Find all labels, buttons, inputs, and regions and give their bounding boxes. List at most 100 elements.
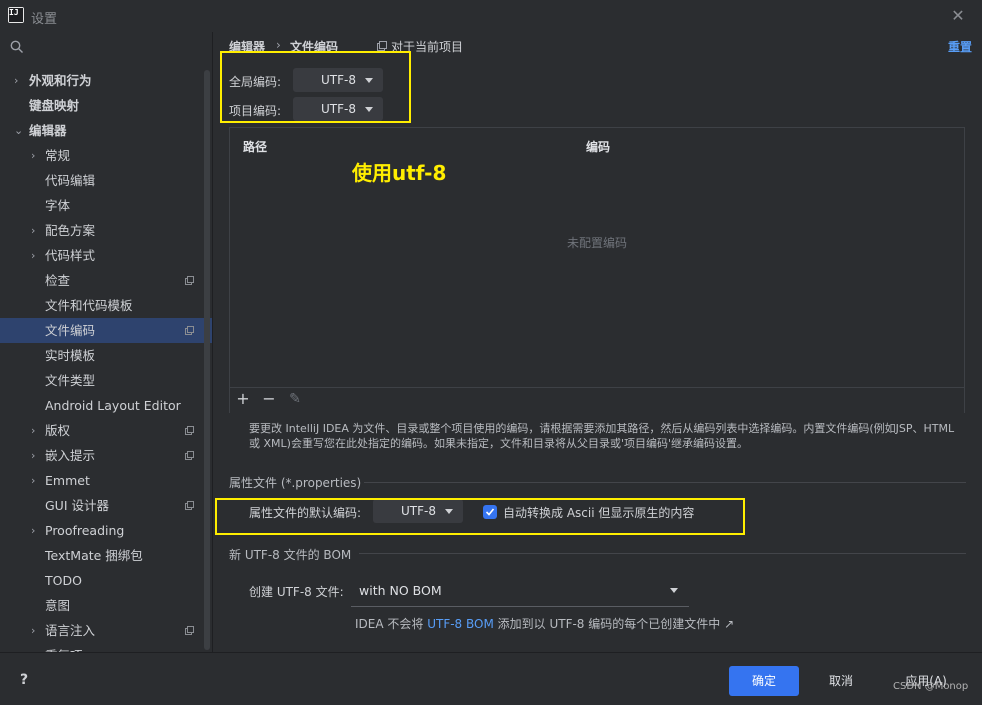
project-scope-icon — [185, 326, 194, 335]
project-scope-icon — [185, 501, 194, 510]
sidebar-item[interactable]: › 版权 — [0, 418, 212, 443]
table-toolbar — [230, 387, 964, 413]
chevron-right-icon[interactable]: › — [14, 68, 18, 93]
section-divider — [359, 553, 966, 554]
sidebar-scrollbar[interactable] — [204, 70, 210, 650]
add-icon[interactable]: + — [235, 389, 251, 409]
sidebar-item[interactable]: TODO — [0, 568, 212, 593]
column-header-path[interactable]: 路径 — [243, 138, 267, 155]
edit-icon[interactable]: ✎ — [287, 389, 303, 409]
sidebar-item-label: 编辑器 — [29, 123, 67, 138]
watermark: CSDN @Monop — [893, 681, 969, 692]
sidebar-item[interactable]: 文件类型 — [0, 368, 212, 393]
window-title: 设置 — [31, 12, 58, 27]
sidebar-item-label: 检查 — [45, 273, 71, 288]
highlight-box-properties — [215, 498, 745, 535]
sidebar-item[interactable]: › 嵌入提示 — [0, 443, 212, 468]
sidebar-item-label: 意图 — [45, 598, 71, 613]
sidebar-item-label: 代码编辑 — [45, 173, 96, 188]
breadcrumb-separator: › — [276, 38, 281, 52]
sidebar-item-label: 配色方案 — [45, 223, 96, 238]
table-empty-text: 未配置编码 — [567, 236, 628, 250]
sidebar-item-label: 文件编码 — [45, 323, 96, 338]
title-bar — [0, 0, 982, 32]
chevron-down-icon — [670, 588, 678, 593]
chevron-right-icon[interactable]: › — [31, 518, 35, 543]
sidebar-item-label: TODO — [45, 573, 82, 588]
sidebar-item-label: 实时模板 — [45, 348, 96, 363]
sidebar-item[interactable]: › 常规 — [0, 143, 212, 168]
sidebar-item[interactable]: › 代码样式 — [0, 243, 212, 268]
help-button[interactable]: ? — [20, 672, 28, 688]
bom-note-suffix: 添加到以 UTF-8 编码的每个已创建文件中 ↗ — [493, 617, 735, 631]
sidebar-item[interactable]: 检查 — [0, 268, 212, 293]
sidebar-item[interactable]: TextMate 捆绑包 — [0, 543, 212, 568]
sidebar-item[interactable]: 字体 — [0, 193, 212, 218]
sidebar-item[interactable]: 文件和代码模板 — [0, 293, 212, 318]
chevron-right-icon[interactable]: › — [31, 443, 35, 468]
sidebar-item[interactable]: › 外观和行为 — [0, 68, 212, 93]
search-icon[interactable] — [10, 40, 24, 54]
app-icon: IJ — [8, 7, 24, 23]
annotation-text: 使用utf-8 — [352, 161, 447, 185]
sidebar-item-label: 字体 — [45, 198, 71, 213]
chevron-down-icon[interactable]: ⌄ — [14, 118, 23, 143]
bom-section-title: 新 UTF-8 文件的 BOM — [229, 548, 352, 562]
bom-note-prefix: IDEA 不会将 — [355, 617, 428, 631]
sidebar-item[interactable]: › Proofreading — [0, 518, 212, 543]
highlight-box-encodings — [220, 51, 411, 123]
bom-link[interactable]: UTF-8 BOM — [427, 617, 494, 631]
properties-section-title: 属性文件 (*.properties) — [229, 476, 362, 490]
project-scope-icon — [185, 451, 194, 460]
app-icon-text: IJ — [9, 8, 23, 22]
sidebar-item[interactable]: Android Layout Editor — [0, 393, 212, 418]
sidebar-item[interactable]: 键盘映射 — [0, 93, 212, 118]
chevron-right-icon[interactable]: › — [31, 243, 35, 268]
column-header-encoding[interactable]: 编码 — [586, 138, 610, 155]
sidebar-item-label: 常规 — [45, 148, 71, 163]
bom-combo-value: with NO BOM — [359, 583, 442, 598]
sidebar-item-label: TextMate 捆绑包 — [45, 548, 143, 563]
project-scope-icon — [185, 276, 194, 285]
chevron-right-icon[interactable]: › — [31, 618, 35, 643]
chevron-right-icon[interactable]: › — [31, 143, 35, 168]
sidebar-item-label: 嵌入提示 — [45, 448, 96, 463]
close-icon[interactable]: ✕ — [948, 6, 968, 26]
sidebar-item[interactable]: GUI 设计器 — [0, 493, 212, 518]
sidebar-item-label: 代码样式 — [45, 248, 96, 263]
project-scope-icon — [185, 426, 194, 435]
ok-button[interactable]: 确定 — [729, 666, 799, 696]
sidebar-item-label: 键盘映射 — [29, 98, 80, 113]
chevron-right-icon[interactable]: › — [31, 468, 35, 493]
cancel-button[interactable]: 取消 — [811, 666, 871, 696]
project-scope-icon — [377, 41, 387, 51]
sidebar-item-label: 文件和代码模板 — [45, 298, 133, 313]
sidebar-item[interactable]: 意图 — [0, 593, 212, 618]
section-divider — [364, 482, 966, 483]
sidebar-item-label: 语言注入 — [45, 623, 96, 638]
remove-icon[interactable]: − — [261, 389, 277, 409]
sidebar-item[interactable]: › 语言注入 — [0, 618, 212, 643]
project-scope-icon — [185, 626, 194, 635]
help-description: 要更改 IntelliJ IDEA 为文件、目录或整个项目使用的编码，请根据需要… — [249, 422, 955, 450]
sidebar-item-label: Proofreading — [45, 523, 125, 538]
sidebar-item[interactable]: 实时模板 — [0, 343, 212, 368]
sidebar-item-label: Android Layout Editor — [45, 398, 181, 413]
chevron-right-icon[interactable]: › — [31, 418, 35, 443]
sidebar-item[interactable]: 代码编辑 — [0, 168, 212, 193]
create-utf8-label: 创建 UTF-8 文件: — [249, 585, 344, 599]
sidebar-item[interactable]: › Emmet — [0, 468, 212, 493]
sidebar-item-label: GUI 设计器 — [45, 498, 109, 513]
sidebar-item-label: 文件类型 — [45, 373, 96, 388]
chevron-right-icon[interactable]: › — [31, 218, 35, 243]
sidebar-item[interactable]: › 配色方案 — [0, 218, 212, 243]
bom-note: IDEA 不会将 UTF-8 BOM 添加到以 UTF-8 编码的每个已创建文件… — [355, 615, 734, 632]
sidebar-item-label: 外观和行为 — [29, 73, 92, 88]
sidebar-item-label: 版权 — [45, 423, 71, 438]
sidebar-item-label: Emmet — [45, 473, 90, 488]
sidebar-item[interactable]: 文件编码 — [0, 318, 212, 343]
path-encoding-table[interactable] — [229, 127, 965, 413]
reset-link[interactable]: 重置 — [948, 38, 972, 55]
sidebar-item[interactable]: ⌄ 编辑器 — [0, 118, 212, 143]
sidebar-divider — [212, 32, 213, 652]
